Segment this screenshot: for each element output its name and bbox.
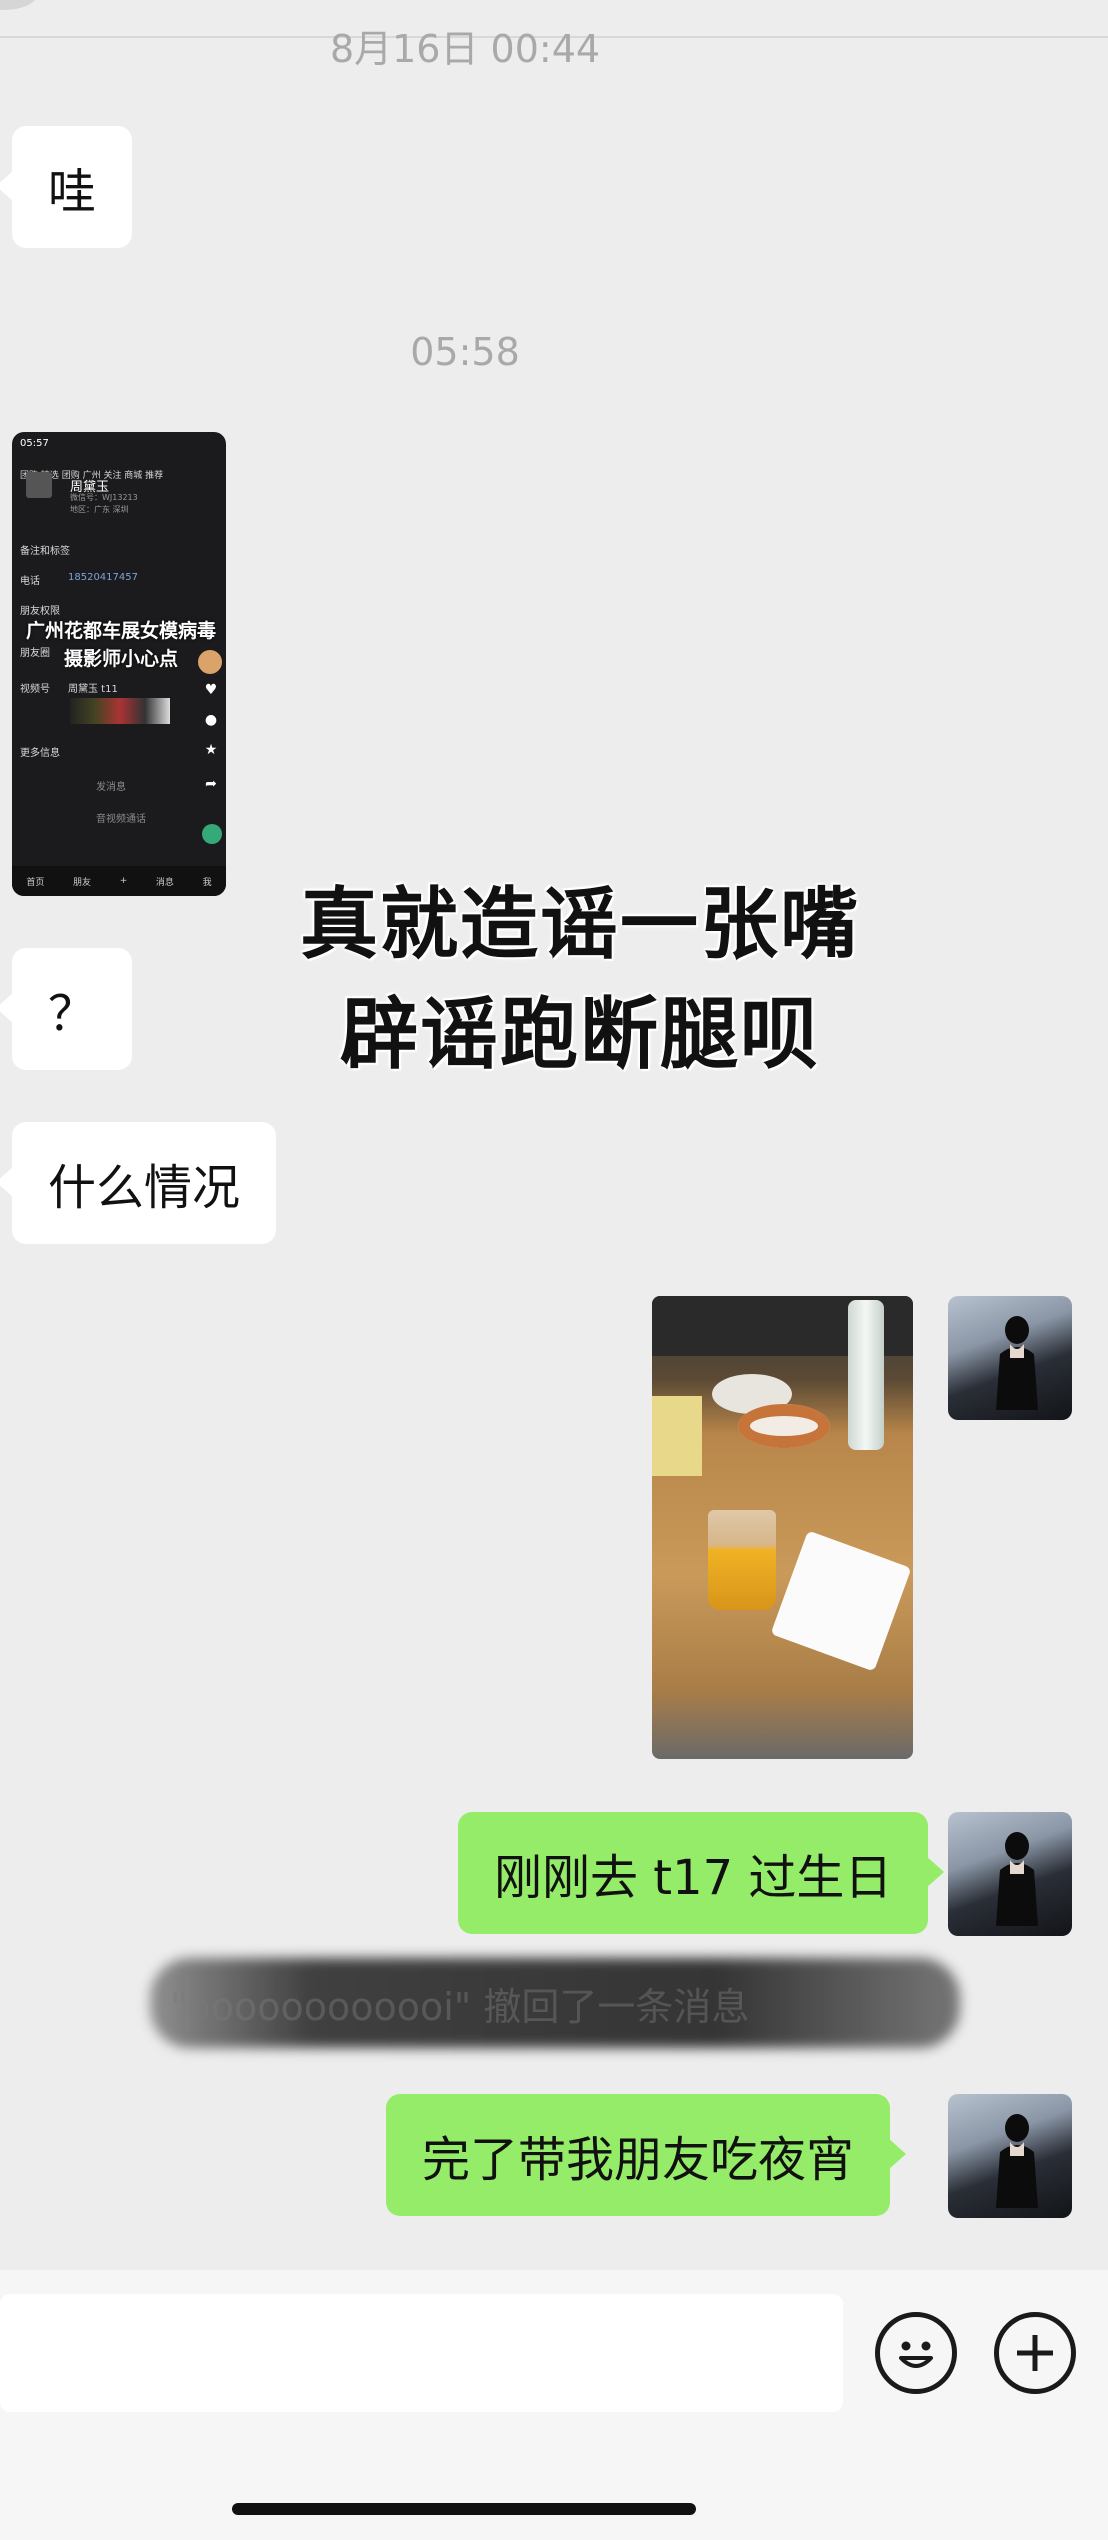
image-message-photo[interactable] xyxy=(652,1296,913,1759)
thumb-creator-avatar xyxy=(198,650,222,674)
thumb-share-icon: ➦ xyxy=(205,776,217,792)
message-bubble-outgoing[interactable]: 刚刚去 t17 过生日 xyxy=(458,1812,945,1934)
thumb-send-msg: 发消息 xyxy=(96,782,126,793)
photo-bottle xyxy=(848,1300,884,1450)
thumb-comment-icon: ● xyxy=(204,712,218,728)
message-input[interactable] xyxy=(0,2294,843,2412)
thumb-overlay-line2: 摄影师小心点 xyxy=(64,648,179,670)
message-bubble-incoming[interactable]: 哇 xyxy=(0,126,133,248)
photo-box xyxy=(652,1396,702,1476)
message-text: 哇 xyxy=(48,164,97,220)
overlay-caption-line2: 辟谣跑断腿呗 xyxy=(339,990,820,1080)
image-message-screenshot[interactable]: 05:57 团购 精选 团购 广州 关注 商城 推荐 周黛玉 微信号：WJ132… xyxy=(12,432,226,896)
thumb-wechat-id: 微信号：WJ13213 xyxy=(70,493,138,502)
thumb-music-disc-icon xyxy=(202,824,222,844)
recall-text: "oooooooooooi" 撤回了一条消息 xyxy=(170,1984,750,2029)
thumb-phone-label: 电话 xyxy=(20,576,40,587)
avatar[interactable] xyxy=(948,1812,1072,1936)
thumb-nav-plus: + xyxy=(119,876,128,886)
thumb-status-time: 05:57 xyxy=(20,438,49,449)
plus-icon[interactable] xyxy=(994,2312,1076,2394)
thumb-like-icon: ♥ xyxy=(204,682,218,698)
message-text: ？ xyxy=(48,986,97,1042)
timestamp: 05:58 xyxy=(410,330,520,374)
photo-beer-cup xyxy=(708,1510,776,1610)
thumb-channel-thumbs xyxy=(70,698,170,724)
message-bubble-outgoing[interactable]: 完了带我朋友吃夜宵 xyxy=(386,2094,907,2216)
emoji-icon[interactable] xyxy=(875,2312,957,2394)
message-text: 什么情况 xyxy=(48,1160,241,1216)
thumb-nav-home: 首页 xyxy=(26,877,45,888)
thumb-overlay-line1: 广州花都车展女模病毒 xyxy=(26,620,217,642)
thumb-nav-messages: 消息 xyxy=(155,877,174,888)
thumb-more-info: 更多信息 xyxy=(20,748,60,759)
photo-peanuts xyxy=(738,1404,830,1448)
avatar[interactable] xyxy=(948,1296,1072,1420)
thumb-permission: 朋友权限 xyxy=(20,606,60,617)
message-bubble-incoming[interactable]: ？ xyxy=(0,948,133,1070)
home-indicator[interactable] xyxy=(232,2503,696,2515)
emoji-icon-glyph xyxy=(899,2341,933,2368)
avatar-figure xyxy=(996,1316,1038,1410)
message-text: 完了带我朋友吃夜宵 xyxy=(422,2132,855,2188)
thumb-star-icon: ★ xyxy=(204,742,218,758)
message-text: 刚刚去 t17 过生日 xyxy=(494,1850,893,1906)
recall-notice: "oooooooooooi" 撤回了一条消息 xyxy=(150,1958,960,2048)
thumb-nav-friends: 朋友 xyxy=(73,877,92,888)
plus-icon-glyph xyxy=(1017,2335,1053,2371)
avatar-figure xyxy=(996,2114,1038,2208)
overlay-caption-line1: 真就造谣一张嘴 xyxy=(299,880,860,970)
thumb-moments: 朋友圈 xyxy=(20,648,50,659)
photo-napkin xyxy=(770,1530,912,1672)
thumb-avatar xyxy=(26,472,52,498)
timestamp: 8月16日 00:44 xyxy=(329,27,601,71)
thumb-channels-label: 视频号 xyxy=(20,684,50,695)
thumb-video-call: 音视频通话 xyxy=(96,814,146,825)
avatar-figure xyxy=(996,1832,1038,1926)
avatar[interactable] xyxy=(948,2094,1072,2218)
thumb-channels-value: 周黛玉 t11 xyxy=(68,684,118,695)
thumb-phone-value: 18520417457 xyxy=(68,572,138,583)
message-bubble-incoming[interactable]: 什么情况 xyxy=(0,1122,277,1244)
thumb-region: 地区：广东 深圳 xyxy=(70,505,129,514)
top-edge-arc xyxy=(0,0,40,10)
thumb-remark: 备注和标签 xyxy=(20,546,70,557)
